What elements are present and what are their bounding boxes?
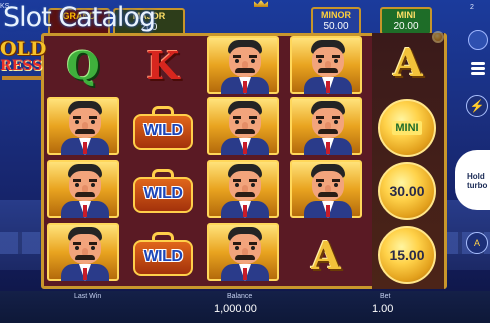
jackpot-mini-label: MINI — [396, 10, 416, 20]
businessman-symbol — [302, 164, 354, 218]
spin-button[interactable]: Hold turbo — [455, 150, 490, 210]
reel-1-row-4 — [47, 223, 119, 281]
reel-5-column: A MINI 30.00 15.00 — [372, 31, 444, 289]
reel-2-row-3: WILD — [127, 163, 199, 221]
mini-coin: MINI — [378, 99, 436, 157]
symbol-k: K — [146, 42, 180, 88]
reel-2-row-1: K — [127, 36, 199, 94]
reel-3-row-3 — [207, 160, 279, 218]
reel-1-row-1: Q — [47, 36, 119, 94]
businessman-symbol — [59, 164, 111, 218]
businessman-symbol — [219, 101, 271, 155]
reel-4-row-3 — [290, 160, 362, 218]
balance-value: 1,000.00 — [214, 303, 257, 315]
logo-line-1: OLD — [0, 38, 47, 60]
reel-3-row-4 — [207, 223, 279, 281]
businessman-symbol — [219, 40, 271, 94]
turbo-label: turbo — [467, 181, 488, 190]
top-left-text: KS — [0, 3, 10, 10]
coin-30-value: 30.00 — [389, 183, 425, 199]
reel-2-row-2: WILD — [127, 100, 199, 158]
coin-15: 15.00 — [378, 226, 436, 284]
bet-value: 1.00 — [372, 303, 394, 315]
wild-label: WILD — [143, 122, 183, 139]
businessman-symbol — [302, 101, 354, 155]
top-right-text: 2 — [470, 4, 474, 11]
reel-4-row-4: A — [290, 226, 362, 284]
symbol-a: A — [311, 232, 341, 278]
reel-3-row-1 — [207, 36, 279, 94]
balance-label: Balance — [227, 293, 253, 300]
wild-label: WILD — [143, 248, 183, 265]
watermark: Slot Catalog — [3, 2, 156, 33]
reel-2-row-4: WILD — [127, 226, 199, 284]
symbol-q: Q — [66, 42, 100, 88]
mini-coin-label: MINI — [392, 121, 422, 135]
reel-3-row-2 — [207, 97, 279, 155]
hold-turbo-label: Hold turbo — [467, 172, 487, 190]
businessman-symbol — [219, 164, 271, 218]
symbol-a: A — [393, 39, 423, 85]
jackpot-minor-label: MINOR — [321, 10, 351, 20]
lightning-icon[interactable]: ⚡ — [466, 95, 488, 117]
businessman-symbol — [59, 227, 111, 281]
game-logo: OLD RESS — [0, 30, 46, 90]
coin-fragment — [432, 31, 444, 43]
jackpot-mini: MINI 20.00 — [380, 7, 432, 35]
logo-underline — [2, 76, 42, 80]
jackpot-minor-value: 50.00 — [323, 21, 349, 32]
hold-label: Hold — [467, 172, 485, 181]
businessman-symbol — [302, 40, 354, 94]
reel-4-row-2 — [290, 97, 362, 155]
menu-icon[interactable] — [468, 60, 488, 76]
logo-line-2: RESS — [0, 58, 43, 74]
coin-15-value: 15.00 — [389, 247, 425, 263]
coin-30: 30.00 — [378, 162, 436, 220]
reel-1-row-3 — [47, 160, 119, 218]
autoplay-icon[interactable]: A — [466, 232, 488, 254]
businessman-symbol — [59, 101, 111, 155]
last-win-label: Last Win — [74, 293, 102, 300]
businessman-symbol — [219, 227, 271, 281]
exit-icon[interactable] — [468, 30, 488, 50]
reel-1-row-2 — [47, 97, 119, 155]
wild-suitcase-symbol: WILD — [131, 232, 195, 278]
wild-suitcase-symbol: WILD — [131, 169, 195, 215]
wild-suitcase-symbol: WILD — [131, 106, 195, 152]
bet-label: Bet — [380, 293, 391, 300]
reel-4-row-1 — [290, 36, 362, 94]
wild-label: WILD — [143, 185, 183, 202]
jackpot-mini-value: 20.00 — [393, 21, 419, 32]
jackpot-minor: MINOR 50.00 — [311, 7, 361, 35]
